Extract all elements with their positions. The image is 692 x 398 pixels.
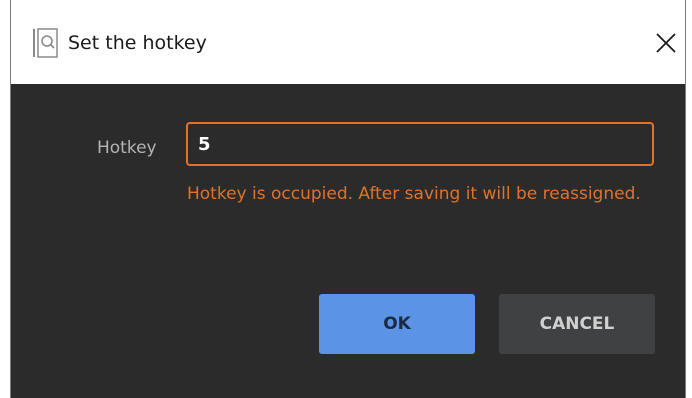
hotkey-label: Hotkey (97, 138, 157, 158)
close-icon[interactable] (651, 28, 681, 58)
hotkey-input[interactable] (186, 122, 654, 166)
title-bar: Set the hotkey (11, 0, 685, 84)
dialog-window: Set the hotkey Hotkey Hotkey is occupied… (10, 0, 686, 398)
ok-button[interactable]: OK (319, 294, 475, 354)
cancel-button[interactable]: CANCEL (499, 294, 655, 354)
dialog-content: Hotkey Hotkey is occupied. After saving … (11, 84, 685, 398)
hotkey-error-message: Hotkey is occupied. After saving it will… (187, 184, 641, 204)
search-window-icon (32, 28, 58, 58)
dialog-title: Set the hotkey (68, 32, 207, 54)
